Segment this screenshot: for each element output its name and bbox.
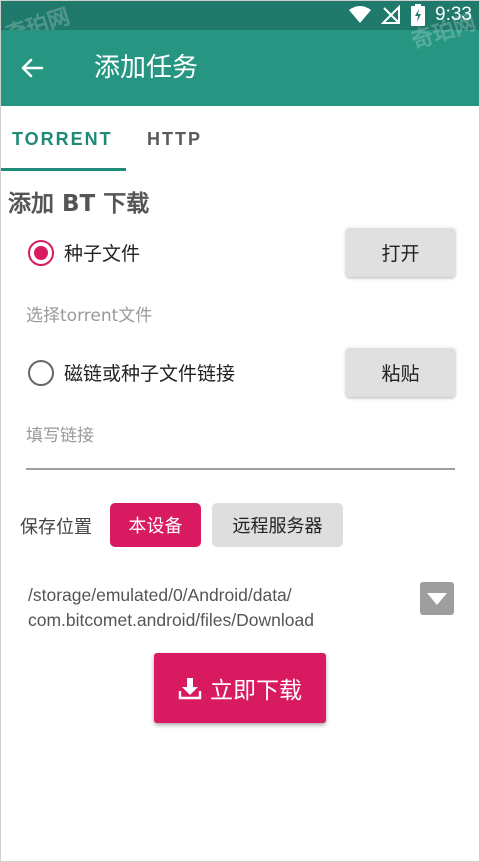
download-now-label: 立即下载 — [210, 678, 302, 704]
link-input-underline — [26, 468, 455, 470]
open-button[interactable]: 打开 — [346, 228, 455, 277]
path-dropdown-button[interactable] — [420, 582, 454, 615]
save-path-line2: com.bitcomet.android/files/Download — [28, 610, 314, 630]
save-remote-button[interactable]: 远程服务器 — [212, 503, 343, 547]
wifi-icon — [349, 6, 372, 23]
magnet-link-option[interactable]: 磁链或种子文件链接 — [28, 359, 235, 386]
torrent-file-hint: 选择torrent文件 — [26, 306, 153, 326]
download-icon — [178, 678, 202, 700]
save-path-line1: /storage/emulated/0/Android/data/ — [28, 585, 292, 605]
page-title: 添加任务 — [94, 53, 199, 83]
tab-indicator — [0, 168, 126, 171]
download-now-button[interactable]: 立即下载 — [154, 653, 326, 723]
save-path: /storage/emulated/0/Android/data/ com.bi… — [28, 583, 388, 633]
tab-torrent[interactable]: TORRENT — [12, 106, 113, 172]
torrent-file-label: 种子文件 — [64, 243, 141, 265]
tab-http[interactable]: HTTP — [147, 106, 202, 172]
arrow-left-icon — [21, 58, 44, 78]
tab-bar: TORRENT HTTP — [0, 106, 480, 172]
torrent-file-radio[interactable] — [28, 239, 54, 266]
section-title: 添加 BT 下载 — [8, 191, 150, 217]
magnet-link-radio[interactable] — [28, 359, 54, 386]
magnet-link-label: 磁链或种子文件链接 — [64, 363, 236, 385]
triangle-down-icon — [427, 592, 447, 605]
save-device-button[interactable]: 本设备 — [110, 503, 201, 547]
torrent-file-option[interactable]: 种子文件 — [28, 239, 140, 266]
app-bar: 添加任务 奇珀网 — [0, 10, 480, 106]
no-signal-icon — [381, 5, 401, 24]
back-button[interactable] — [14, 50, 50, 86]
paste-button[interactable]: 粘贴 — [346, 348, 455, 397]
link-input[interactable]: 填写链接 — [26, 421, 94, 446]
save-location-label: 保存位置 — [20, 517, 92, 538]
